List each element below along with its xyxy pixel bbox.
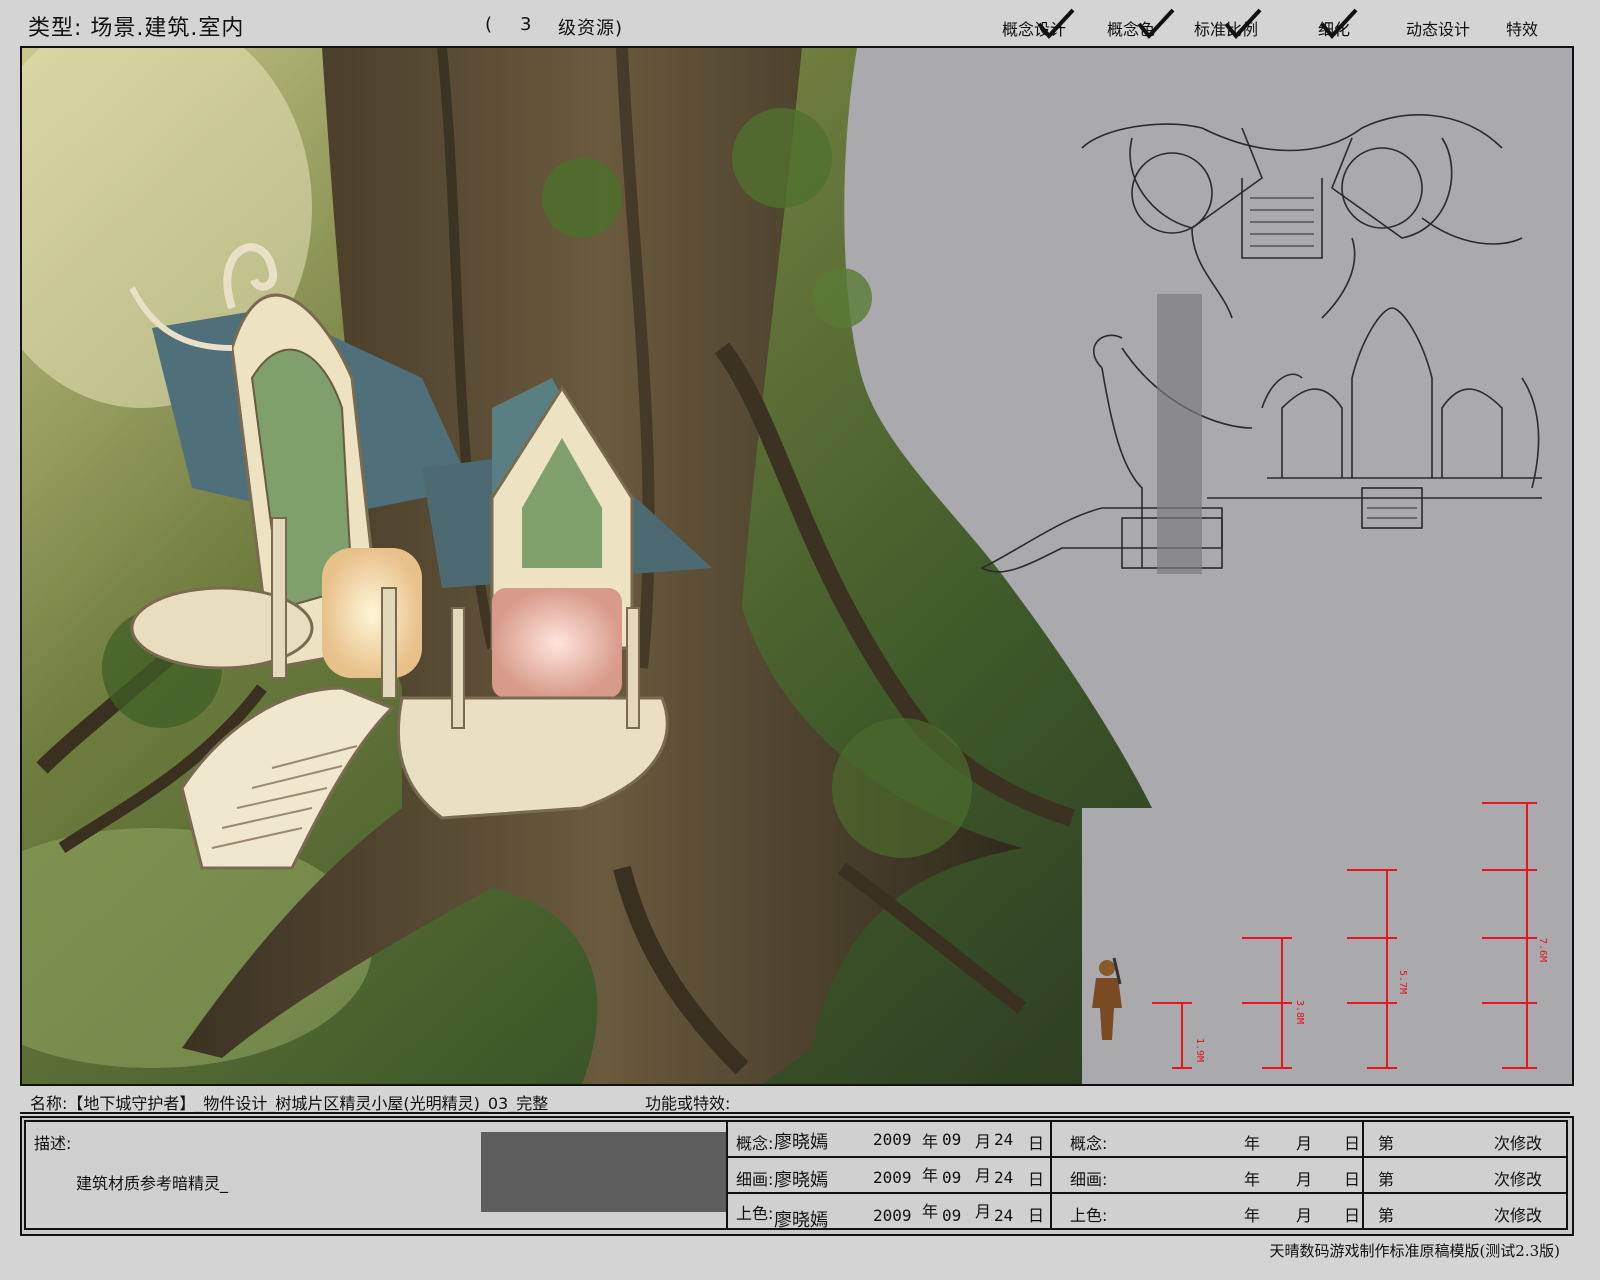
credit-year: 2009 xyxy=(873,1206,912,1225)
info-panel: 描述: 建筑材质参考暗精灵_ 概念: 廖晓嫣 2009 年 09 月 24 日 … xyxy=(20,1116,1574,1236)
revision-role: 上色: xyxy=(1070,1206,1108,1225)
credit-day: 24 xyxy=(994,1130,1014,1149)
character-scale-figure xyxy=(1092,957,1122,1040)
month-unit: 月 xyxy=(975,1166,992,1185)
revision-count-row: 第 次修改 xyxy=(1362,1192,1568,1230)
month-unit: 月 xyxy=(1296,1134,1313,1153)
revision-role: 细画: xyxy=(1070,1170,1108,1189)
description-label: 描述: xyxy=(34,1134,72,1153)
credit-role: 细画: xyxy=(736,1170,774,1189)
credit-row: 概念: 廖晓嫣 2009 年 09 月 24 日 xyxy=(726,1120,1054,1158)
description-text: 建筑材质参考暗精灵_ xyxy=(76,1174,229,1193)
month-unit: 月 xyxy=(975,1132,992,1151)
day-unit: 日 xyxy=(1344,1206,1361,1225)
height-scale-markers: 1.9M 3.8M 5.7M 7.6M xyxy=(1152,802,1548,1069)
check-icon xyxy=(1037,8,1075,40)
resource-open-paren: ( xyxy=(485,14,494,35)
credit-row: 上色: 廖晓嫣 2009 年 09 月 24 日 xyxy=(726,1192,1054,1231)
artwork-frame: 1.9M 3.8M 5.7M 7.6M xyxy=(20,46,1574,1086)
day-unit: 日 xyxy=(1344,1134,1361,1153)
revision-date-row: 上色: 年 月 日 xyxy=(1050,1192,1366,1230)
function-label: 功能或特效: xyxy=(645,1094,731,1113)
credit-artist: 廖晓嫣 xyxy=(774,1170,828,1191)
credit-row: 细画: 廖晓嫣 2009 年 09 月 24 日 xyxy=(726,1156,1054,1194)
credit-month: 09 xyxy=(942,1168,962,1187)
year-unit: 年 xyxy=(922,1166,939,1185)
year-unit: 年 xyxy=(1244,1170,1261,1189)
revision-date-row: 细画: 年 月 日 xyxy=(1050,1156,1366,1194)
year-unit: 年 xyxy=(922,1132,939,1151)
credit-artist: 廖晓嫣 xyxy=(774,1210,828,1231)
month-unit: 月 xyxy=(1296,1170,1313,1189)
revision-suffix: 次修改 xyxy=(1494,1134,1543,1153)
credit-day: 24 xyxy=(994,1168,1014,1187)
revision-suffix: 次修改 xyxy=(1494,1170,1543,1189)
scale-label-7-6m: 7.6M xyxy=(1537,938,1548,962)
credit-role: 概念: xyxy=(736,1134,774,1153)
credit-artist: 廖晓嫣 xyxy=(774,1132,828,1153)
credit-day: 24 xyxy=(994,1206,1014,1225)
credit-year: 2009 xyxy=(873,1130,912,1149)
stage-motion-design: 动态设计 xyxy=(1406,20,1471,39)
revision-prefix: 第 xyxy=(1378,1206,1395,1225)
scale-label-1-9m: 1.9M xyxy=(1194,1038,1205,1062)
description-cell: 描述: 建筑材质参考暗精灵_ xyxy=(24,1120,730,1230)
revision-count-row: 第 次修改 xyxy=(1362,1120,1568,1158)
day-unit: 日 xyxy=(1028,1170,1045,1189)
check-icon xyxy=(1320,8,1358,40)
year-unit: 年 xyxy=(1244,1206,1261,1225)
asset-name: 名称:【地下城守护者】_物件设计_树城片区精灵小屋(光明精灵)_03_完整 xyxy=(30,1094,549,1113)
day-unit: 日 xyxy=(1344,1170,1361,1189)
year-unit: 年 xyxy=(1244,1134,1261,1153)
credit-month: 09 xyxy=(942,1206,962,1225)
category-label: 类型: 场景.建筑.室内 xyxy=(28,16,245,41)
revision-prefix: 第 xyxy=(1378,1170,1395,1189)
revision-prefix: 第 xyxy=(1378,1134,1395,1153)
scale-label-5-7m: 5.7M xyxy=(1397,970,1408,994)
check-icon xyxy=(1137,8,1175,40)
revision-suffix: 次修改 xyxy=(1494,1206,1543,1225)
month-unit: 月 xyxy=(1296,1206,1313,1225)
stage-effects: 特效 xyxy=(1506,20,1539,39)
resource-level: 3 xyxy=(520,14,533,35)
day-unit: 日 xyxy=(1028,1206,1045,1225)
resource-label: 级资源) xyxy=(558,18,624,39)
redacted-box xyxy=(481,1132,726,1212)
credit-year: 2009 xyxy=(873,1168,912,1187)
name-row: 名称:【地下城守护者】_物件设计_树城片区精灵小屋(光明精灵)_03_完整 功能… xyxy=(20,1086,1570,1114)
revision-role: 概念: xyxy=(1070,1134,1108,1153)
scale-label-3-8m: 3.8M xyxy=(1294,1000,1305,1024)
revision-date-row: 概念: 年 月 日 xyxy=(1050,1120,1366,1158)
year-unit: 年 xyxy=(922,1202,939,1221)
revision-count-row: 第 次修改 xyxy=(1362,1156,1568,1194)
template-footer: 天晴数码游戏制作标准原稿模版(测试2.3版) xyxy=(1269,1242,1560,1260)
check-icon xyxy=(1224,8,1262,40)
credit-month: 09 xyxy=(942,1130,962,1149)
credit-role: 上色: xyxy=(736,1204,774,1223)
month-unit: 月 xyxy=(975,1202,992,1221)
day-unit: 日 xyxy=(1028,1134,1045,1153)
